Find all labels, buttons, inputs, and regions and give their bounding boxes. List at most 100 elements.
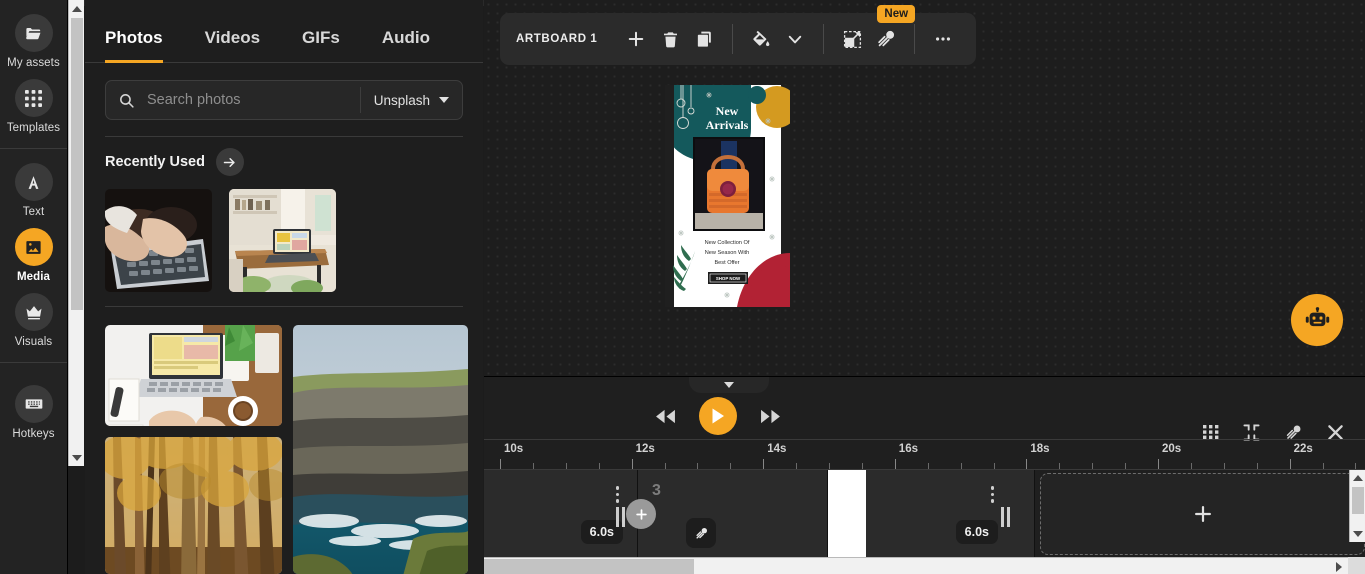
ruler-tick-mark <box>1289 459 1291 469</box>
media-result-1[interactable] <box>105 325 282 427</box>
fit-to-screen-button[interactable] <box>1243 423 1260 441</box>
ruler-tick-minor <box>664 463 666 469</box>
ruler-tick-mark <box>894 459 896 469</box>
scrollbar-thumb[interactable] <box>71 18 83 310</box>
rail-group-content: Text Media Visuals <box>0 149 67 363</box>
add-transition-button[interactable] <box>626 499 656 529</box>
kebab-menu-icon[interactable] <box>615 486 619 503</box>
folder-icon <box>14 14 53 52</box>
rail-scrollbar[interactable] <box>68 0 84 466</box>
artboard-caption-line2: New Season With <box>705 250 749 256</box>
sidebar-item-label: Visuals <box>14 336 53 348</box>
sidebar-item-templates[interactable]: Templates <box>0 73 67 138</box>
media-tabs: Photos Videos GIFs Audio <box>85 0 483 63</box>
left-navigation-rail: My assets Templates Text Media Visuals H… <box>0 0 68 574</box>
sidebar-item-media[interactable]: Media <box>0 222 67 287</box>
search-input[interactable] <box>146 92 360 108</box>
scroll-right-button[interactable] <box>1331 558 1347 574</box>
tab-gifs[interactable]: GIFs <box>302 28 340 63</box>
ruler-tick-minor <box>829 463 830 469</box>
sidebar-item-visuals[interactable]: Visuals <box>0 287 67 352</box>
add-clip-button[interactable] <box>1040 473 1365 555</box>
sidebar-item-hotkeys[interactable]: Hotkeys <box>0 379 67 444</box>
artboard-toolbar: ARTBOARD 1 New <box>500 5 977 65</box>
ellipsis-icon <box>936 37 951 41</box>
scroll-down-button[interactable] <box>1350 526 1365 542</box>
scrollbar-thumb[interactable] <box>1352 487 1364 514</box>
trim-handle-icon[interactable] <box>1001 507 1010 527</box>
triangle-up-icon <box>1352 475 1363 481</box>
timeline-ruler[interactable]: 10s 12s 14s 16s 18s 20s 22s <box>484 439 1365 470</box>
ruler-tick-minor <box>960 463 962 469</box>
duplicate-artboard-button[interactable] <box>687 22 721 56</box>
delete-artboard-button[interactable] <box>653 22 687 56</box>
close-timeline-button[interactable] <box>1327 424 1344 441</box>
new-badge: New <box>877 5 916 24</box>
resize-artboard-button[interactable] <box>835 22 869 56</box>
ruler-tick-minor <box>993 463 995 469</box>
magic-effects-button[interactable]: New <box>869 5 916 56</box>
ai-assistant-button[interactable] <box>1291 294 1343 346</box>
fill-color-button[interactable] <box>744 22 778 56</box>
scroll-up-button[interactable] <box>1350 470 1365 486</box>
rewind-button[interactable] <box>654 408 677 425</box>
ruler-tick-label: 16s <box>898 443 918 455</box>
ruler-tick-label: 18s <box>1030 443 1050 455</box>
trim-handle-icon[interactable] <box>616 507 625 527</box>
toolbar-separator <box>914 24 916 54</box>
add-artboard-button[interactable] <box>619 22 653 56</box>
sidebar-item-label: Text <box>22 206 45 218</box>
timeline-panel: 10s 12s 14s 16s 18s 20s 22s 6.0s 3 6.0s <box>484 376 1365 574</box>
media-result-2[interactable] <box>105 437 282 574</box>
sidebar-item-label: My assets <box>7 57 60 69</box>
grid-icon <box>1203 425 1219 439</box>
grid-view-button[interactable] <box>1203 425 1219 439</box>
sidebar-item-text[interactable]: Text <box>0 157 67 222</box>
sidebar-item-my-assets[interactable]: My assets <box>0 8 67 73</box>
tab-videos[interactable]: Videos <box>205 28 260 63</box>
timeline-vertical-scrollbar[interactable] <box>1349 470 1365 542</box>
magic-wand-icon <box>695 527 707 539</box>
ruler-tick-mark <box>631 459 633 469</box>
canvas-area[interactable]: ARTBOARD 1 New New Arrivals New Collecti… <box>484 0 1365 376</box>
artboard-heading-line2: Arrivals <box>706 118 749 132</box>
plus-icon <box>1194 506 1211 522</box>
recent-thumb-1[interactable] <box>105 189 212 292</box>
search-box[interactable]: Unsplash <box>105 80 463 120</box>
scroll-down-button[interactable] <box>69 449 84 466</box>
timeline-horizontal-scrollbar[interactable] <box>484 557 1365 574</box>
ruler-tick-mark <box>500 459 501 469</box>
tab-audio[interactable]: Audio <box>382 28 430 63</box>
ruler-tick-mark <box>763 459 765 469</box>
kebab-menu-icon[interactable] <box>990 486 994 503</box>
source-select-label: Unsplash <box>373 92 430 108</box>
scrollbar-thumb[interactable] <box>484 559 694 574</box>
timeline-collapse-handle[interactable] <box>689 377 769 393</box>
ruler-tick-label: 20s <box>1162 443 1182 455</box>
grid-icon <box>14 79 53 117</box>
triangle-up-icon <box>71 5 82 12</box>
recently-used-grid <box>85 176 483 292</box>
chevron-down-icon <box>789 35 802 44</box>
scroll-up-button[interactable] <box>69 0 84 17</box>
artboard-canvas[interactable]: New Arrivals New Collection Of New Seaso… <box>665 85 790 307</box>
recently-used-see-all-button[interactable] <box>215 148 244 176</box>
ruler-tick-label: 12s <box>635 443 655 455</box>
play-icon <box>712 408 724 424</box>
source-select[interactable]: Unsplash <box>359 87 462 113</box>
recent-thumb-2[interactable] <box>229 189 336 292</box>
fill-color-caret[interactable] <box>778 22 812 56</box>
media-result-3[interactable] <box>293 325 468 574</box>
sidebar-item-label: Templates <box>6 122 61 134</box>
clip-magic-wand-button[interactable] <box>686 518 716 548</box>
fast-forward-button[interactable] <box>759 408 782 425</box>
timeline-clip-2[interactable]: 3 <box>638 470 828 558</box>
play-button[interactable] <box>699 397 737 435</box>
artboard-cta: SHOP NOW <box>716 276 741 281</box>
tab-photos[interactable]: Photos <box>105 28 163 63</box>
timeline-clip-3[interactable]: 6.0s <box>866 470 1035 558</box>
ruler-tick-minor <box>1190 463 1192 469</box>
clip-number: 3 <box>652 482 661 499</box>
timeline-clip-1[interactable]: 6.0s <box>484 470 638 558</box>
more-options-button[interactable] <box>926 22 960 56</box>
